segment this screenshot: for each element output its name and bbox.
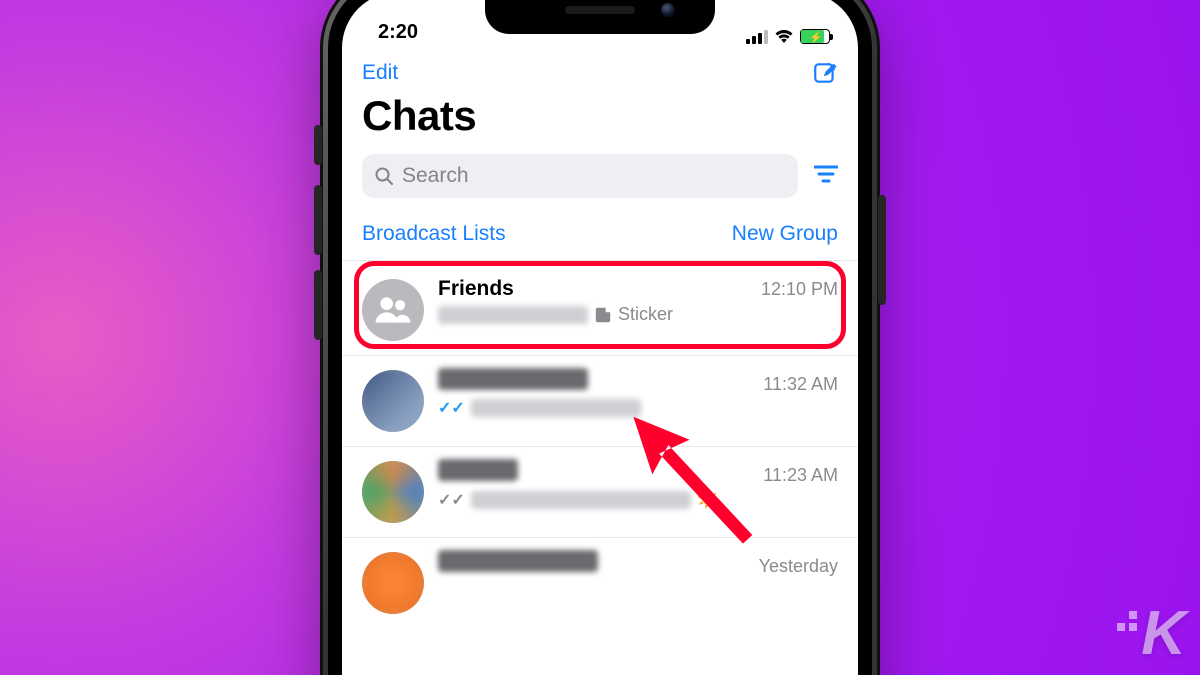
search-placeholder: Search <box>402 164 469 188</box>
sticker-icon <box>594 306 612 324</box>
search-icon <box>374 166 394 186</box>
avatar <box>362 279 424 341</box>
chat-row[interactable]: 11:32 AM ✓✓ <box>342 355 858 446</box>
chat-row[interactable]: Yesterday <box>342 537 858 628</box>
avatar <box>362 370 424 432</box>
chat-time: 11:23 AM <box>763 465 838 486</box>
chat-row[interactable]: 11:23 AM ✓✓ ☀️ <box>342 446 858 537</box>
read-ticks-icon: ✓✓ <box>438 398 465 418</box>
search-input[interactable]: Search <box>362 154 798 198</box>
battery-icon: ⚡ <box>800 29 830 44</box>
avatar <box>362 461 424 523</box>
chat-time: 11:32 AM <box>763 374 838 395</box>
watermark: K <box>1117 603 1184 665</box>
phone-mockup: 2:20 ⚡ Edit <box>320 0 880 675</box>
chat-time: 12:10 PM <box>761 279 838 300</box>
edit-button[interactable]: Edit <box>362 61 398 85</box>
delivered-ticks-icon: ✓✓ <box>438 490 465 510</box>
wifi-icon <box>774 29 794 44</box>
avatar <box>362 552 424 614</box>
chat-time: Yesterday <box>759 556 838 577</box>
chat-name: Friends <box>438 277 514 301</box>
phone-screen: 2:20 ⚡ Edit <box>342 0 858 675</box>
sun-emoji: ☀️ <box>697 489 719 510</box>
cellular-signal-icon <box>746 30 768 44</box>
status-time: 2:20 <box>378 21 418 44</box>
chat-name-redacted <box>438 550 598 572</box>
chat-name-redacted <box>438 459 518 481</box>
chat-row-friends[interactable]: Friends 12:10 PM Sticker <box>342 260 858 355</box>
filter-icon[interactable] <box>814 164 838 189</box>
compose-icon[interactable] <box>812 60 838 86</box>
chat-snippet: ✓✓ <box>438 398 838 418</box>
chat-snippet: ✓✓ ☀️ <box>438 489 838 510</box>
new-group-link[interactable]: New Group <box>732 222 838 246</box>
notch <box>485 0 715 34</box>
chat-name-redacted <box>438 368 588 390</box>
broadcast-lists-link[interactable]: Broadcast Lists <box>362 222 506 246</box>
chat-snippet: Sticker <box>438 304 838 325</box>
page-title: Chats <box>342 88 858 154</box>
